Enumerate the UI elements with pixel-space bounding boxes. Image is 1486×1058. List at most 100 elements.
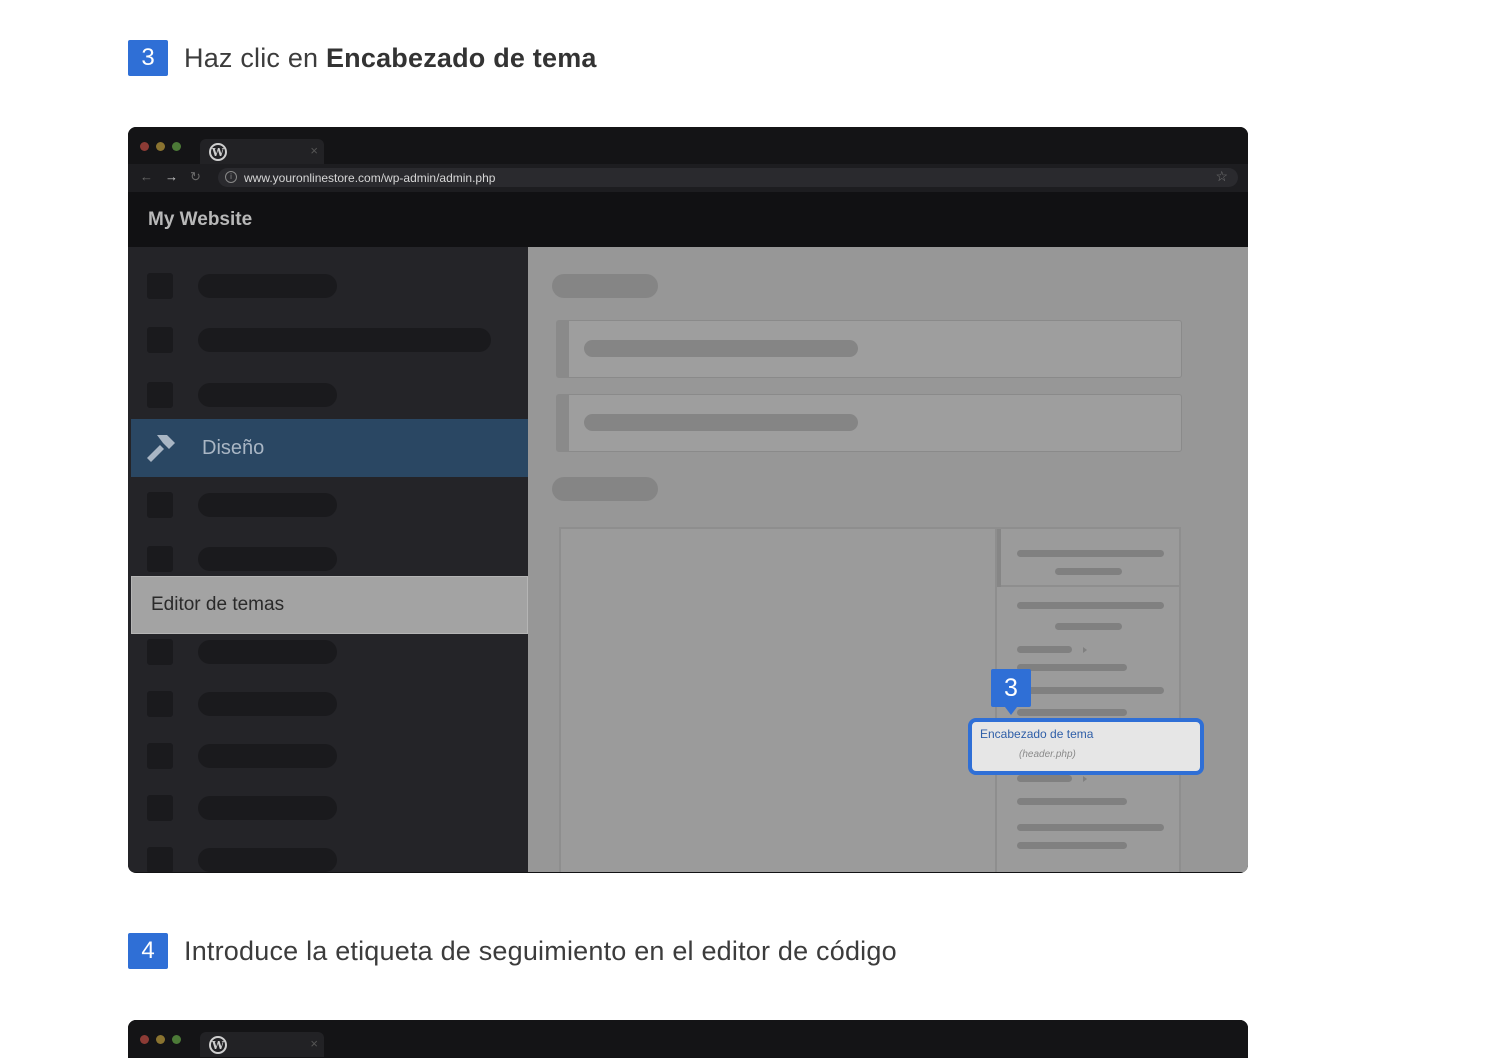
tab-close-icon[interactable]: × <box>310 143 318 158</box>
bookmark-star-icon[interactable]: ☆ <box>1215 168 1228 185</box>
folder-arrow-icon <box>1083 647 1087 653</box>
card-text-placeholder <box>584 414 858 431</box>
menu-label-placeholder <box>198 744 337 768</box>
maximize-window-dot[interactable] <box>172 1035 181 1044</box>
info-icon: i <box>225 171 237 183</box>
notice-card-placeholder <box>556 394 1182 452</box>
card-text-placeholder <box>584 340 858 357</box>
file-line-placeholder <box>1055 568 1122 575</box>
file-line-placeholder[interactable] <box>1017 664 1127 671</box>
sidebar-item-placeholder[interactable] <box>128 492 528 518</box>
code-editor-placeholder[interactable] <box>559 527 998 872</box>
step-3-number-badge: 3 <box>128 40 168 76</box>
window-controls <box>140 142 181 151</box>
sidebar-item-placeholder[interactable] <box>128 847 528 872</box>
callout-pointer <box>1005 707 1017 715</box>
sidebar-item-placeholder[interactable] <box>128 546 528 572</box>
folder-arrow-icon <box>1083 776 1087 782</box>
sidebar-item-placeholder[interactable] <box>128 743 528 769</box>
main-panel <box>528 247 1248 872</box>
sidebar-item-placeholder[interactable] <box>128 382 528 408</box>
browser-screenshot-step-3: W × ← → ↻ i www.youronlinestore.com/wp-a… <box>128 127 1248 873</box>
back-arrow-icon[interactable]: ← <box>140 169 153 185</box>
file-line-placeholder[interactable] <box>1017 842 1127 849</box>
page-title-placeholder <box>552 274 658 298</box>
wordpress-logo-icon: W <box>209 143 227 161</box>
header-edge <box>997 529 1001 587</box>
file-line-placeholder[interactable] <box>1017 709 1127 716</box>
menu-label-placeholder <box>198 848 337 872</box>
minimize-window-dot[interactable] <box>156 142 165 151</box>
menu-label-placeholder <box>198 640 337 664</box>
step-3-text: Haz clic en Encabezado de tema <box>184 43 597 74</box>
menu-label-placeholder <box>198 274 337 298</box>
sidebar-item-placeholder[interactable] <box>128 327 528 353</box>
menu-label-placeholder <box>198 493 337 517</box>
menu-icon-placeholder <box>147 382 173 408</box>
menu-icon-placeholder <box>147 546 173 572</box>
browser-toolbar: ← → ↻ i www.youronlinestore.com/wp-admin… <box>128 164 1248 192</box>
menu-label-placeholder <box>198 383 337 407</box>
step-3-heading: 3 Haz clic en Encabezado de tema <box>128 40 597 76</box>
wp-admin-bar: My Website <box>128 192 1248 247</box>
tutorial-page: 3 Haz clic en Encabezado de tema W × ← →… <box>0 0 1486 1058</box>
window-controls <box>140 1035 181 1044</box>
menu-label-placeholder <box>198 692 337 716</box>
url-text: www.youronlinestore.com/wp-admin/admin.p… <box>244 171 496 185</box>
close-window-dot[interactable] <box>140 1035 149 1044</box>
section-title-placeholder <box>552 477 658 501</box>
site-title[interactable]: My Website <box>148 209 252 231</box>
notice-card-placeholder <box>556 320 1182 378</box>
admin-sidebar: Diseño Editor de temas <box>128 247 528 872</box>
file-line-placeholder[interactable] <box>1017 824 1164 831</box>
menu-icon-placeholder <box>147 847 173 872</box>
menu-icon-placeholder <box>147 273 173 299</box>
minimize-window-dot[interactable] <box>156 1035 165 1044</box>
tab-close-icon[interactable]: × <box>310 1036 318 1051</box>
sidebar-item-placeholder[interactable] <box>128 639 528 665</box>
sidebar-item-placeholder[interactable] <box>128 795 528 821</box>
file-line-placeholder[interactable] <box>1017 646 1072 653</box>
theme-files-header <box>997 529 1179 587</box>
file-line-placeholder <box>1017 550 1164 557</box>
browser-tab[interactable]: W × <box>200 139 324 164</box>
sidebar-item-appearance[interactable]: Diseño <box>131 419 528 477</box>
menu-label-placeholder <box>198 796 337 820</box>
submenu-item-theme-editor[interactable]: Editor de temas <box>131 576 528 634</box>
sidebar-item-appearance-label: Diseño <box>202 437 265 459</box>
menu-icon-placeholder <box>147 492 173 518</box>
file-line-placeholder[interactable] <box>1017 775 1072 782</box>
step-3-text-prefix: Haz clic en <box>184 42 326 73</box>
close-window-dot[interactable] <box>140 142 149 151</box>
menu-icon-placeholder <box>147 639 173 665</box>
maximize-window-dot[interactable] <box>172 142 181 151</box>
sidebar-item-placeholder[interactable] <box>128 273 528 299</box>
theme-header-file-item[interactable]: Encabezado de tema (header.php) <box>968 718 1204 775</box>
menu-label-placeholder <box>198 328 491 352</box>
theme-header-file-name: (header.php) <box>1019 749 1076 760</box>
step-3-text-bold: Encabezado de tema <box>325 42 597 73</box>
wp-admin-content: Diseño Editor de temas 3 Encabezado de t… <box>128 247 1248 872</box>
file-line-placeholder[interactable] <box>1055 623 1122 630</box>
file-line-placeholder[interactable] <box>1017 602 1164 609</box>
step-4-heading: 4 Introduce la etiqueta de seguimiento e… <box>128 933 897 969</box>
step-4-number-badge: 4 <box>128 933 168 969</box>
forward-arrow-icon[interactable]: → <box>165 169 178 185</box>
menu-icon-placeholder <box>147 795 173 821</box>
menu-icon-placeholder <box>147 691 173 717</box>
file-line-placeholder[interactable] <box>1017 687 1164 694</box>
sidebar-item-placeholder[interactable] <box>128 691 528 717</box>
browser-tab[interactable]: W × <box>200 1032 324 1057</box>
paintbrush-hammer-icon <box>147 435 175 462</box>
wordpress-logo-icon: W <box>209 1036 227 1054</box>
card-accent <box>557 321 569 377</box>
submenu-item-theme-editor-label: Editor de temas <box>151 594 285 615</box>
file-line-placeholder[interactable] <box>1017 798 1127 805</box>
nav-buttons: ← → ↻ <box>140 169 201 185</box>
browser-screenshot-step-4: W × <box>128 1020 1248 1058</box>
card-accent <box>557 395 569 451</box>
menu-label-placeholder <box>198 547 337 571</box>
address-bar[interactable]: i www.youronlinestore.com/wp-admin/admin… <box>218 168 1238 187</box>
callout-step-3-badge: 3 <box>991 669 1031 707</box>
reload-icon[interactable]: ↻ <box>190 169 201 185</box>
